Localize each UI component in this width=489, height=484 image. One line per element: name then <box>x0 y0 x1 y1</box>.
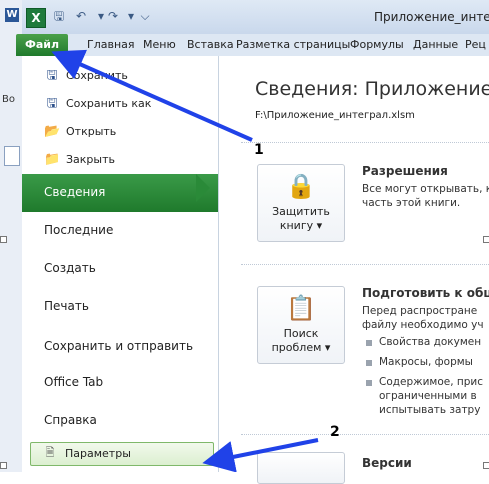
options-button[interactable]: 🗎 Параметры <box>30 442 214 466</box>
divider <box>241 434 489 436</box>
command-label: Открыть <box>66 125 117 138</box>
lock-icon: 🔒 <box>286 172 316 200</box>
nav-print[interactable]: Печать <box>22 288 218 326</box>
file-path: F:\Приложение_интеграл.xlsm <box>255 110 415 121</box>
tab-home[interactable]: Главная <box>87 38 135 51</box>
command-label: Сохранить как <box>66 97 152 110</box>
tab-page-layout[interactable]: Разметка страницы <box>236 38 350 51</box>
nav-label: Сохранить и отправить <box>44 339 194 353</box>
command-save-as[interactable]: 🖫 Сохранить как <box>22 90 218 118</box>
command-open[interactable]: 📂 Открыть <box>22 118 218 146</box>
bullet-text: Свойства докумен <box>379 336 482 348</box>
nav-help[interactable]: Справка <box>22 402 218 440</box>
command-close[interactable]: 📁 Закрыть <box>22 146 218 174</box>
bullet-text: ограниченными в <box>379 390 477 402</box>
divider <box>241 142 489 144</box>
tab-file[interactable]: Файл <box>16 34 68 56</box>
customize-icon[interactable]: ⌵ <box>138 9 152 23</box>
title-bar: X 🖫 ↶ ▾ ↷ ▾ ⌵ Приложение_интег <box>22 0 489 35</box>
tab-menu[interactable]: Меню <box>143 38 176 51</box>
save-as-icon: 🖫 <box>46 96 58 111</box>
nav-office-tab[interactable]: Office Tab <box>22 364 218 402</box>
redo-dropdown-icon[interactable]: ▾ <box>124 9 138 23</box>
page-title: Сведения: Приложение_ <box>255 78 489 100</box>
nav-label: Office Tab <box>44 375 104 389</box>
resize-handle[interactable] <box>483 462 489 469</box>
info-panel: Сведения: Приложение_ F:\Приложение_инте… <box>219 56 489 484</box>
command-label: Сохранить <box>66 69 128 82</box>
command-label: Закрыть <box>66 153 115 166</box>
close-folder-icon: 📁 <box>44 152 61 167</box>
excel-icon[interactable]: X <box>26 8 46 28</box>
command-save[interactable]: 🖫 Сохранить <box>22 62 218 90</box>
resize-handle[interactable] <box>483 236 489 243</box>
check-issues-button[interactable]: 📋 Поиск проблем ▾ <box>257 286 345 364</box>
prepare-text: файлу необходимо уч <box>362 319 484 331</box>
bullet-icon <box>366 360 372 366</box>
nav-label: Последние <box>44 223 114 237</box>
background-text-fragment: Во <box>2 94 15 105</box>
prepare-text: Перед распростране <box>362 305 478 317</box>
permissions-text: часть этой книги. <box>362 197 461 209</box>
options-label: Параметры <box>65 447 131 460</box>
word-icon: W <box>5 8 19 22</box>
bullet-text: Содержимое, прис <box>379 376 484 388</box>
options-icon: 🗎 <box>45 446 55 459</box>
button-label: книгу ▾ <box>279 219 323 232</box>
resize-handle[interactable] <box>0 462 7 469</box>
ribbon-tabs: Файл Главная Меню Вставка Разметка стран… <box>16 34 489 57</box>
permissions-text: Все могут открывать, к <box>362 183 489 195</box>
button-label: проблем ▾ <box>271 341 331 354</box>
button-label: Защитить <box>272 205 330 218</box>
versions-button[interactable] <box>257 452 345 484</box>
button-label: Поиск <box>283 327 319 340</box>
bullet-text: испытывать затру <box>379 404 481 416</box>
tab-review[interactable]: Рец <box>465 38 486 51</box>
undo-icon[interactable]: ↶ <box>74 9 88 23</box>
window-title: Приложение_интег <box>374 10 489 24</box>
document-thumbnail-icon <box>4 146 20 166</box>
nav-save-send[interactable]: Сохранить и отправить <box>22 328 218 366</box>
save-icon: 🖫 <box>46 68 58 83</box>
tab-insert[interactable]: Вставка <box>187 38 234 51</box>
nav-label: Сведения <box>44 185 106 199</box>
background-window: W Во <box>0 0 23 472</box>
bullet-icon <box>366 380 372 386</box>
bullet-text: Макросы, формы <box>379 356 473 368</box>
bullet-icon <box>366 340 372 346</box>
tab-data[interactable]: Данные <box>413 38 458 51</box>
nav-label: Создать <box>44 261 96 275</box>
nav-label: Печать <box>44 299 89 313</box>
resize-handle[interactable] <box>0 236 7 243</box>
save-icon[interactable]: 🖫 <box>52 9 66 23</box>
open-folder-icon: 📂 <box>44 124 61 139</box>
selected-indicator <box>196 174 210 202</box>
nav-info[interactable]: Сведения <box>22 174 218 212</box>
checklist-icon: 📋 <box>286 294 316 322</box>
prepare-heading: Подготовить к общ <box>362 286 489 300</box>
redo-icon[interactable]: ↷ <box>106 9 120 23</box>
versions-heading: Версии <box>362 456 412 470</box>
tab-formulas[interactable]: Формулы <box>350 38 404 51</box>
divider <box>241 264 489 266</box>
backstage-nav: 🖫 Сохранить 🖫 Сохранить как 📂 Открыть 📁 … <box>22 56 219 472</box>
nav-new[interactable]: Создать <box>22 250 218 288</box>
protect-workbook-button[interactable]: 🔒 Защитить книгу ▾ <box>257 164 345 242</box>
nav-label: Справка <box>44 413 97 427</box>
permissions-heading: Разрешения <box>362 164 448 178</box>
nav-recent[interactable]: Последние <box>22 212 218 250</box>
